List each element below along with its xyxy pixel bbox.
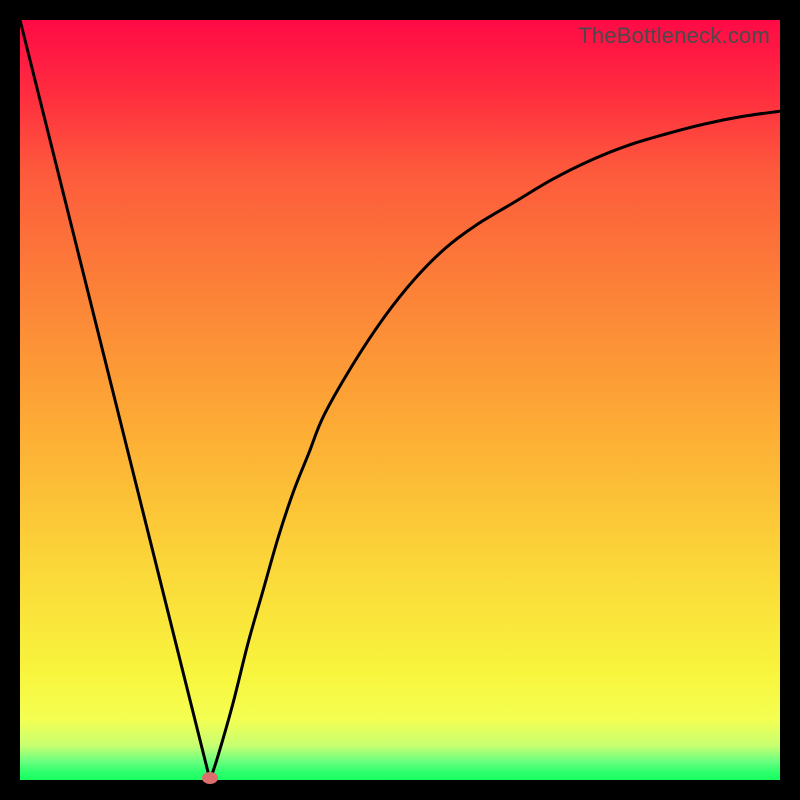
curve-svg xyxy=(20,20,780,780)
watermark-text: TheBottleneck.com xyxy=(578,23,770,49)
bottleneck-curve xyxy=(20,20,780,780)
marker-dot xyxy=(202,772,218,784)
chart-gradient-area: TheBottleneck.com xyxy=(20,20,780,780)
